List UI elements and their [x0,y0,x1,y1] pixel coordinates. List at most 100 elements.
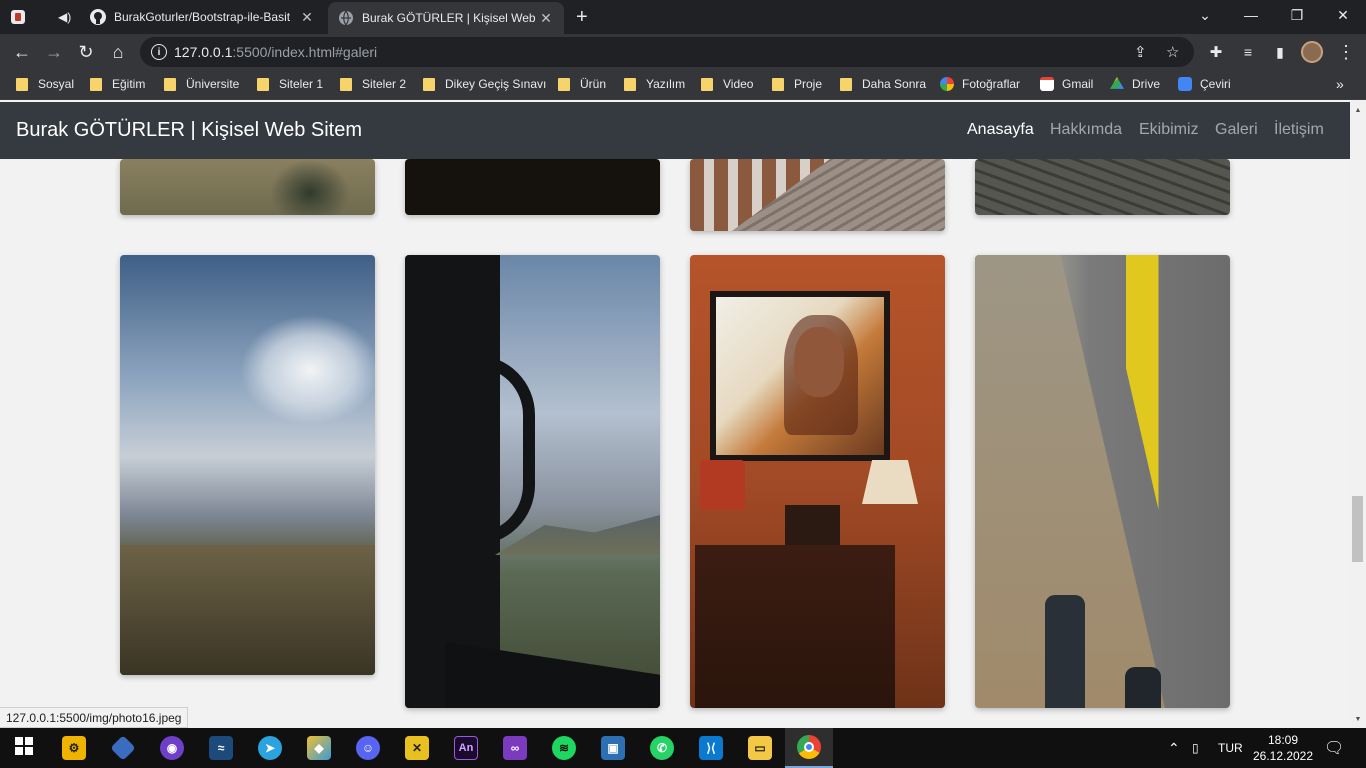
gallery-photo-sky-field[interactable] [120,255,375,675]
nav-link-hakkimda[interactable]: Hakkımda [1050,121,1122,139]
close-window-button[interactable]: ✕ [1320,0,1366,30]
scroll-up-arrow[interactable]: ▲ [1350,103,1366,117]
taskbar-app[interactable]: ▣ [589,728,637,768]
media-control-button[interactable]: ≡ [1234,38,1262,66]
taskbar-app[interactable]: ✆ [638,728,686,768]
bookmark-drive[interactable]: Drive [1110,70,1160,98]
tab-audio-indicator[interactable]: ◀) [58,0,78,34]
site-navbar: Burak GÖTÜRLER | Kişisel Web Sitem Anasa… [0,102,1350,159]
bookmark-folder[interactable]: Ürün [558,70,606,98]
triangle-down-icon: ▼ [1354,715,1362,723]
address-bar[interactable]: i 127.0.0.1:5500/index.html#galeri ⇪ ☆ [140,37,1194,67]
taskbar-app[interactable]: ✕ [393,728,441,768]
tab-search-button[interactable]: ⌄ [1182,0,1228,30]
taskbar-app[interactable]: ☺ [344,728,392,768]
bookmark-folder[interactable]: Siteler 2 [340,70,406,98]
taskbar-app[interactable]: ▭ [736,728,784,768]
side-panel-icon: ▮ [1276,43,1284,60]
extensions-button[interactable]: ✚ [1202,38,1230,66]
tab-github[interactable]: BurakGoturler/Bootstrap-ile-Basit ✕ [90,0,328,34]
bookmark-folder[interactable]: Üniversite [164,70,239,98]
gallery-photo-train-window[interactable] [405,255,660,708]
github-icon [90,9,106,25]
bookmark-folder[interactable]: Dikey Geçiş Sınavı [423,70,546,98]
gallery-photo[interactable] [690,159,945,231]
language-indicator[interactable]: TUR [1218,728,1243,768]
home-button[interactable]: ⌂ [104,38,132,66]
taskbar-app[interactable]: ⟩⟨ [687,728,735,768]
taskbar-app[interactable]: An [442,728,490,768]
taskbar-app[interactable]: ≈ [197,728,245,768]
bookmark-folder[interactable]: Yazılım [624,70,685,98]
folder-icon [164,77,176,91]
show-hidden-icons-button[interactable]: ⌃ [1168,728,1180,768]
folder-icon [772,77,784,91]
bookmark-translate[interactable]: Çeviri [1178,70,1231,98]
clock-date: 26.12.2022 [1252,749,1314,763]
gallery-photo-painting-room[interactable] [690,255,945,708]
share-icon[interactable]: ⇪ [1134,43,1147,61]
taskbar-app[interactable]: ◆ [295,728,343,768]
bookmark-label: Dikey Geçiş Sınavı [445,77,547,91]
scrollbar-thumb[interactable] [1352,496,1363,562]
menu-button[interactable]: ⋮ [1332,38,1360,66]
taskbar-app[interactable]: ➤ [246,728,294,768]
taskbar-app[interactable] [99,728,147,768]
back-button[interactable]: ← [8,38,36,66]
taskbar-app[interactable]: ◉ [148,728,196,768]
close-icon[interactable]: ✕ [299,9,315,26]
bookmark-photos[interactable]: Fotoğraflar [940,70,1020,98]
site-brand[interactable]: Burak GÖTÜRLER | Kişisel Web Sitem [16,119,362,142]
gallery-photo[interactable] [975,159,1230,215]
tab-active-site[interactable]: Burak GÖTÜRLER | Kişisel Web Sit ✕ [328,2,564,34]
bookmark-label: Üniversite [186,77,240,91]
clock[interactable]: 18:09 26.12.2022 [1250,728,1316,768]
bookmark-gmail[interactable]: Gmail [1040,70,1093,98]
folder-icon [558,77,570,91]
browser-tab-strip: ◀) BurakGoturler/Bootstrap-ile-Basit ✕ B… [0,0,1366,34]
nav-link-ekibimiz[interactable]: Ekibimiz [1139,121,1199,139]
bookmark-label: Gmail [1062,77,1094,91]
page-scrollbar[interactable] [1350,102,1366,727]
taskbar-app-chrome[interactable] [785,728,833,768]
nav-link-galeri[interactable]: Galeri [1215,121,1258,139]
bookmarks-overflow-button[interactable]: » [1336,70,1344,98]
reload-button[interactable]: ↻ [72,38,100,66]
side-panel-button[interactable]: ▮ [1266,38,1294,66]
bookmark-label: Çeviri [1200,77,1231,91]
nav-link-iletisim[interactable]: İletişim [1274,121,1324,139]
battery-indicator[interactable]: ▯ [1192,728,1199,768]
gallery-photo-street-curb[interactable] [975,255,1230,708]
taskbar-app[interactable]: ⚙ [50,728,98,768]
bookmark-label: Proje [794,77,823,91]
reload-icon: ↻ [78,41,94,62]
google-drive-icon [1110,77,1124,89]
notifications-button[interactable]: 🗨 [1324,728,1344,768]
info-icon[interactable]: i [151,44,167,60]
minimize-button[interactable]: — [1228,0,1274,30]
profile-button[interactable] [1298,38,1326,66]
bookmark-folder[interactable]: Siteler 1 [257,70,323,98]
browser-app-icon [10,9,26,25]
taskbar-app[interactable]: ≋ [540,728,588,768]
bookmark-folder[interactable]: Sosyal [16,70,74,98]
close-icon[interactable]: ✕ [538,10,554,27]
folder-icon [701,77,713,91]
forward-button[interactable]: → [40,38,68,66]
bookmark-folder[interactable]: Video [701,70,753,98]
bookmark-folder[interactable]: Eğitim [90,70,145,98]
scroll-down-arrow[interactable]: ▼ [1350,712,1366,726]
restore-button[interactable]: ❐ [1274,0,1320,30]
taskbar-app[interactable]: ∞ [491,728,539,768]
star-icon[interactable]: ☆ [1166,43,1179,61]
bookmark-folder[interactable]: Daha Sonra [840,70,926,98]
gallery-section [0,159,1350,727]
tab-pinned[interactable] [10,0,50,34]
gallery-photo[interactable] [120,159,375,215]
bookmark-folder[interactable]: Proje [772,70,822,98]
gallery-photo[interactable] [405,159,660,215]
start-button[interactable] [0,728,48,768]
new-tab-button[interactable]: + [576,0,600,34]
windows-logo-icon [15,736,33,760]
nav-link-anasayfa[interactable]: Anasayfa [967,121,1034,139]
